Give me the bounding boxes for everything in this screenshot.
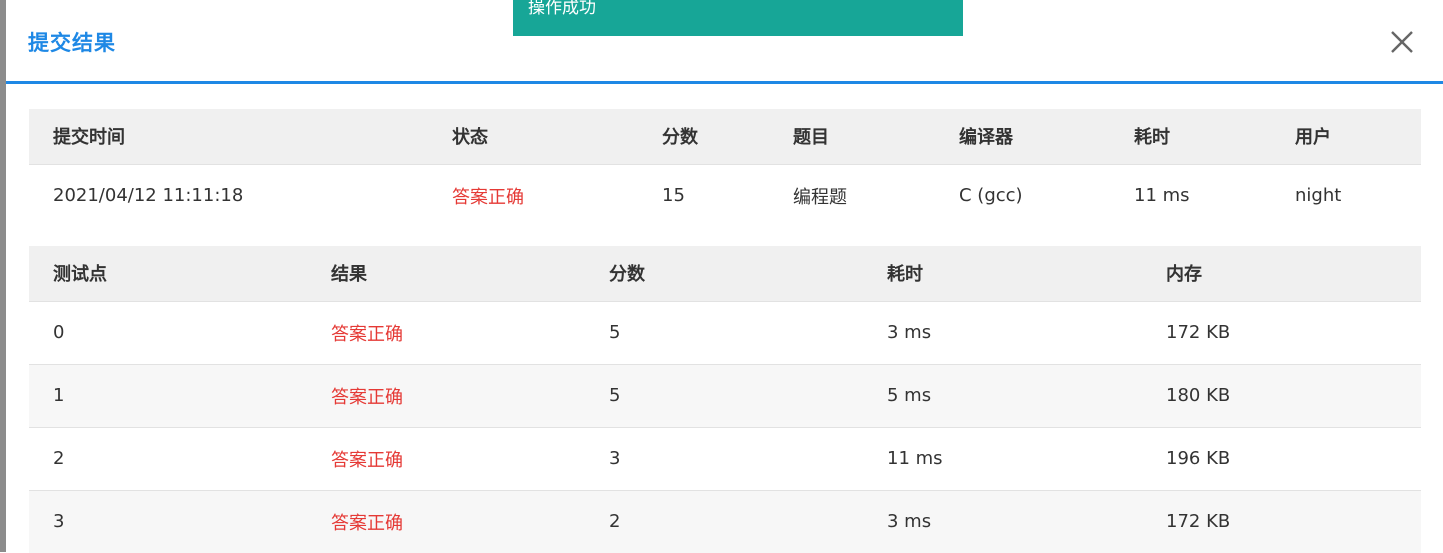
case-id: 2	[29, 426, 307, 490]
modal-title: 提交结果	[28, 31, 116, 55]
case-result: 答案正确	[307, 426, 585, 490]
close-button[interactable]	[1386, 26, 1418, 58]
toast-message: 操作成功	[528, 0, 596, 18]
case-score: 5	[585, 300, 863, 364]
header-result: 结果	[307, 246, 585, 301]
case-memory: 196 KB	[1142, 426, 1421, 490]
case-time: 11 ms	[863, 426, 1142, 490]
submission-result-modal: 提交结果 提交时间 状态 分数 题目 编译器 耗时 用户 2021/04/12 …	[6, 0, 1443, 553]
summary-header-row: 提交时间 状态 分数 题目 编译器 耗时 用户	[29, 109, 1421, 164]
table-row: 3 答案正确 2 3 ms 172 KB	[29, 489, 1421, 553]
cell-score: 15	[638, 163, 769, 227]
cell-compiler: C (gcc)	[935, 163, 1110, 227]
header-time: 耗时	[1110, 109, 1271, 164]
case-result: 答案正确	[307, 363, 585, 427]
cell-time: 11 ms	[1110, 163, 1271, 227]
case-time: 3 ms	[863, 489, 1142, 553]
table-row: 2 答案正确 3 11 ms 196 KB	[29, 426, 1421, 490]
case-result: 答案正确	[307, 300, 585, 364]
success-toast: 操作成功	[513, 0, 963, 36]
submission-summary-table: 提交时间 状态 分数 题目 编译器 耗时 用户 2021/04/12 11:11…	[29, 109, 1421, 227]
case-score: 3	[585, 426, 863, 490]
header-user: 用户	[1271, 109, 1421, 164]
header-case-id: 测试点	[29, 246, 307, 301]
summary-row: 2021/04/12 11:11:18 答案正确 15 编程题 C (gcc) …	[29, 163, 1421, 227]
case-time: 5 ms	[863, 363, 1142, 427]
case-id: 1	[29, 363, 307, 427]
table-row: 1 答案正确 5 5 ms 180 KB	[29, 363, 1421, 427]
table-row: 0 答案正确 5 3 ms 172 KB	[29, 300, 1421, 364]
header-problem: 题目	[769, 109, 935, 164]
case-memory: 172 KB	[1142, 489, 1421, 553]
case-score: 5	[585, 363, 863, 427]
cell-submit-time: 2021/04/12 11:11:18	[29, 163, 428, 227]
header-submit-time: 提交时间	[29, 109, 428, 164]
header-case-score: 分数	[585, 246, 863, 301]
close-icon	[1391, 31, 1413, 53]
case-score: 2	[585, 489, 863, 553]
cell-user: night	[1271, 163, 1421, 227]
header-case-time: 耗时	[863, 246, 1142, 301]
header-compiler: 编译器	[935, 109, 1110, 164]
header-status: 状态	[428, 109, 638, 164]
case-memory: 172 KB	[1142, 300, 1421, 364]
case-result: 答案正确	[307, 489, 585, 553]
case-id: 0	[29, 300, 307, 364]
test-cases-table: 测试点 结果 分数 耗时 内存 0 答案正确 5 3 ms 172 KB 1 答…	[29, 246, 1421, 553]
header-score: 分数	[638, 109, 769, 164]
header-memory: 内存	[1142, 246, 1421, 301]
case-time: 3 ms	[863, 300, 1142, 364]
cell-status: 答案正确	[428, 163, 638, 227]
case-memory: 180 KB	[1142, 363, 1421, 427]
cases-header-row: 测试点 结果 分数 耗时 内存	[29, 246, 1421, 301]
case-id: 3	[29, 489, 307, 553]
cell-problem: 编程题	[769, 163, 935, 227]
